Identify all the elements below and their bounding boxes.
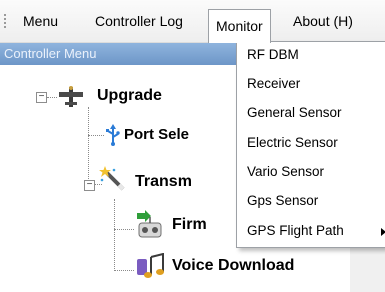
collapse-toggle[interactable]: −: [84, 180, 95, 191]
tree-line: [47, 97, 57, 98]
transmitter-icon: [135, 209, 165, 242]
tree-node-firmware[interactable]: Firm: [172, 216, 207, 234]
tree-line: [88, 135, 104, 136]
tree-line: [88, 107, 89, 135]
menu-item-general-sensor[interactable]: General Sensor: [247, 105, 342, 120]
menu-item-receiver[interactable]: Receiver: [247, 76, 300, 91]
music-note-icon: [137, 252, 167, 284]
tree-line: [114, 270, 134, 271]
menu-controller-log[interactable]: Controller Log: [88, 10, 190, 32]
collapse-toggle[interactable]: −: [36, 92, 47, 103]
menu-about[interactable]: About (H): [286, 10, 360, 32]
tree-line: [88, 135, 89, 185]
tree-node-transmitter[interactable]: Transm: [135, 173, 192, 191]
menu-item-gps-sensor[interactable]: Gps Sensor: [247, 193, 318, 208]
menu-monitor[interactable]: Monitor: [208, 9, 271, 43]
monitor-dropdown: RF DBM Receiver General Sensor Electric …: [236, 41, 385, 248]
menu-item-electric-sensor[interactable]: Electric Sensor: [247, 135, 338, 150]
menu-item-gps-flight-path[interactable]: GPS Flight Path: [247, 223, 344, 238]
tree-node-voice-download[interactable]: Voice Download: [172, 257, 294, 275]
menu-menu[interactable]: Menu: [16, 10, 65, 32]
tree-node-port-select[interactable]: Port Sele: [124, 126, 189, 143]
tree-node-upgrade[interactable]: Upgrade: [97, 87, 162, 105]
magic-wand-icon: [99, 165, 127, 196]
tree-line: [114, 199, 115, 271]
usb-icon: [104, 124, 122, 149]
menu-item-vario-sensor[interactable]: Vario Sensor: [247, 164, 324, 179]
airplane-icon: [58, 85, 84, 112]
tree-line: [114, 229, 134, 230]
submenu-arrow-icon: [381, 228, 385, 236]
menu-bar: Menu Controller Log Monitor About (H): [0, 0, 385, 43]
toolbar-grip[interactable]: [4, 14, 8, 28]
menu-item-rf-dbm[interactable]: RF DBM: [247, 47, 299, 62]
